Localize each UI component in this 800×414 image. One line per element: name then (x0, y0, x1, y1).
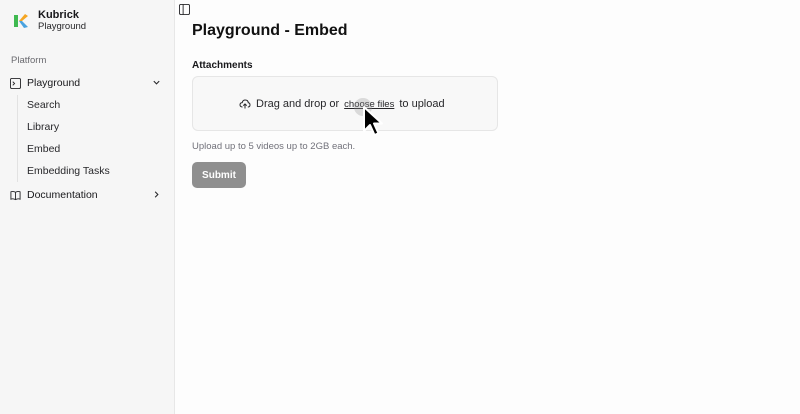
sidebar-item-label: Playground (27, 77, 81, 89)
sidebar-item-label: Documentation (27, 189, 98, 201)
kubrick-logo-icon (14, 14, 28, 28)
sidebar: Kubrick Playground Platform Playground S… (0, 0, 175, 414)
page-title: Playground - Embed (192, 22, 348, 39)
sidebar-subitem-library[interactable]: Library (27, 121, 59, 133)
chevron-right-icon (152, 190, 161, 199)
upload-hint: Upload up to 5 videos up to 2GB each. (192, 141, 356, 152)
attachments-label: Attachments (192, 60, 253, 71)
sidebar-group-label: Platform (11, 55, 47, 66)
book-icon (10, 190, 21, 201)
choose-files-link[interactable]: choose files (344, 99, 394, 110)
sidebar-item-documentation[interactable]: Documentation (10, 185, 167, 205)
cloud-upload-icon (239, 98, 251, 110)
submit-button[interactable]: Submit (192, 162, 246, 188)
app-name: Kubrick (38, 9, 79, 21)
sidebar-subitem-search[interactable]: Search (27, 99, 60, 111)
sidebar-subitem-embedding-tasks[interactable]: Embedding Tasks (27, 165, 110, 177)
dropzone-text: Drag and drop or choose files to upload (239, 98, 445, 110)
dropzone-suffix: to upload (399, 98, 445, 110)
submenu-divider (17, 95, 18, 182)
file-dropzone[interactable]: Drag and drop or choose files to upload (192, 76, 498, 131)
sidebar-toggle-icon[interactable] (179, 4, 190, 15)
chevron-down-icon (152, 78, 161, 87)
dropzone-prefix: Drag and drop or (256, 98, 340, 110)
sidebar-item-playground[interactable]: Playground (10, 73, 167, 93)
terminal-icon (10, 77, 21, 89)
brand[interactable]: Kubrick Playground (11, 9, 86, 33)
app-subtitle: Playground (38, 21, 87, 32)
sidebar-subitem-embed[interactable]: Embed (27, 143, 60, 155)
